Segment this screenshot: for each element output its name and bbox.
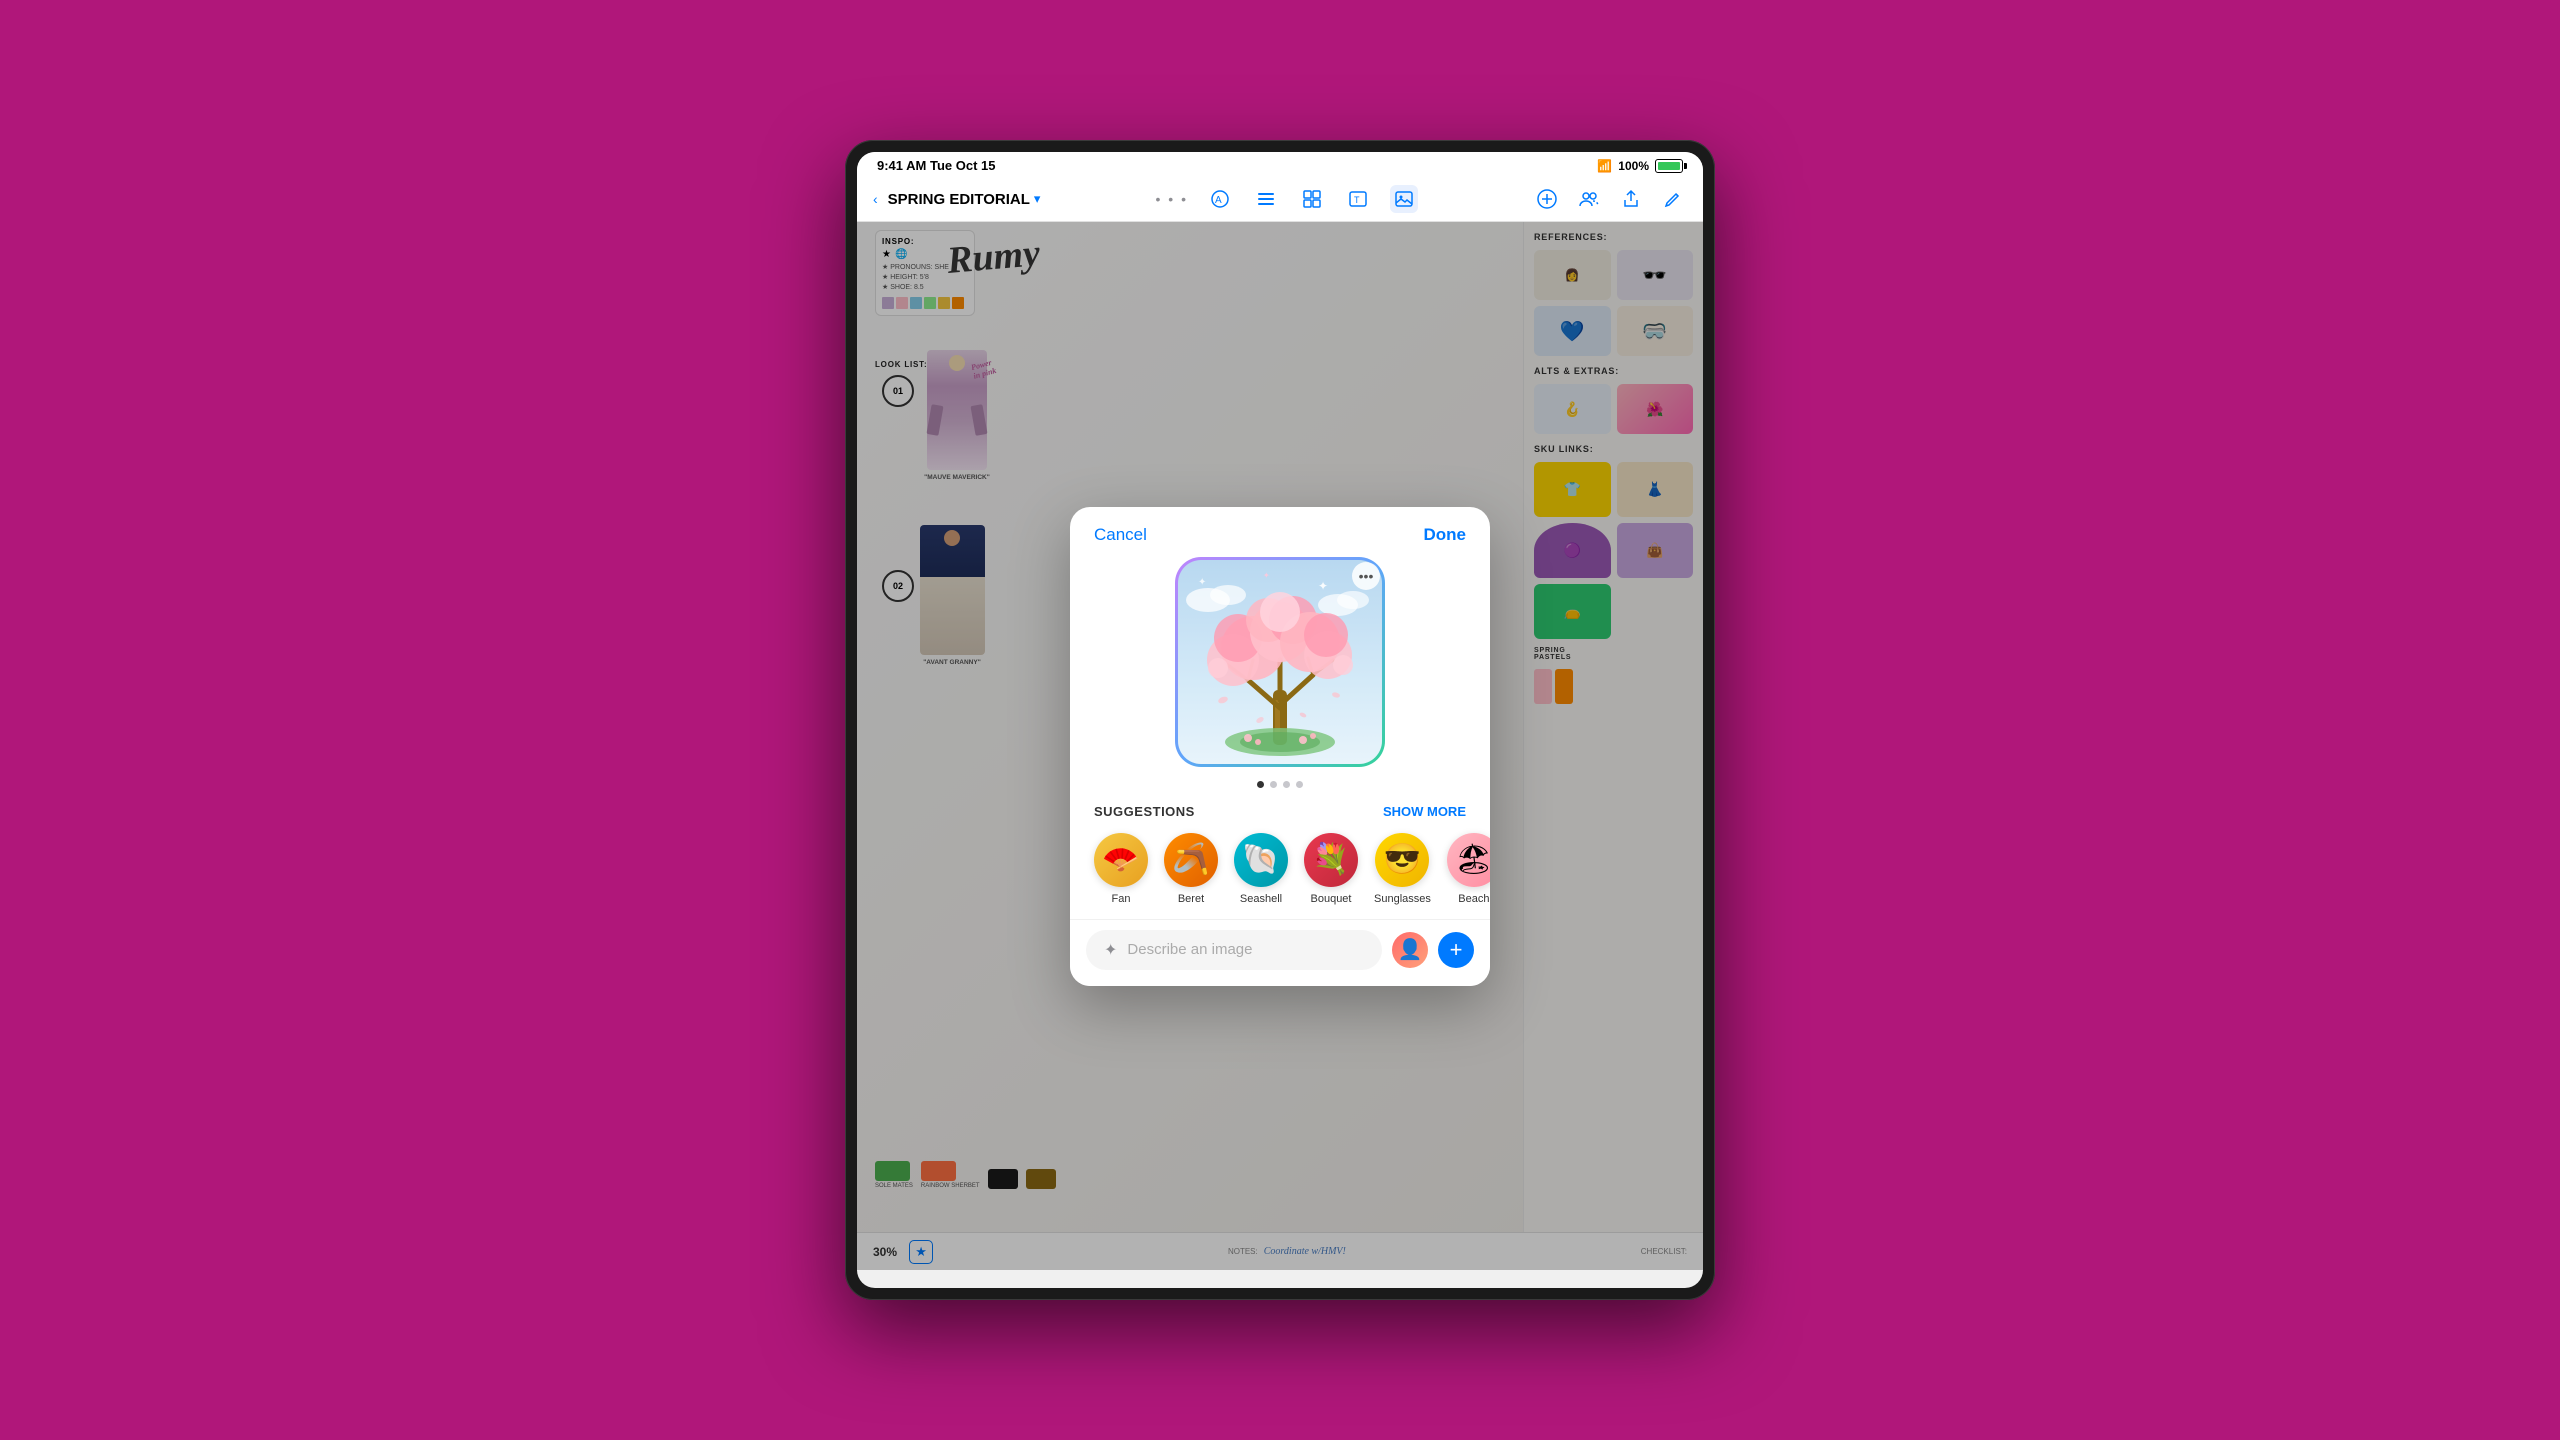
suggestion-fan[interactable]: 🪭 Fan bbox=[1094, 833, 1148, 905]
edit-button[interactable] bbox=[1659, 185, 1687, 213]
battery-icon bbox=[1655, 159, 1683, 173]
bouquet-emoji: 💐 bbox=[1304, 833, 1358, 887]
center-dots: • • • bbox=[1155, 191, 1187, 207]
back-button[interactable]: ‹ bbox=[873, 191, 878, 207]
modal-overlay: Cancel Done bbox=[857, 222, 1703, 1270]
tool-text-icon[interactable]: T bbox=[1344, 185, 1372, 213]
input-placeholder: Describe an image bbox=[1127, 941, 1252, 958]
svg-text:A: A bbox=[1215, 195, 1222, 206]
suggestion-sunglasses[interactable]: 😎 Sunglasses bbox=[1374, 833, 1431, 905]
tool-grid-icon[interactable] bbox=[1298, 185, 1326, 213]
modal-header: Cancel Done bbox=[1070, 507, 1490, 557]
user-avatar-button[interactable]: 👤 bbox=[1392, 932, 1428, 968]
toolbar-center: • • • A T bbox=[1155, 185, 1417, 213]
dot-3[interactable] bbox=[1283, 781, 1290, 788]
svg-text:✦: ✦ bbox=[1318, 579, 1328, 593]
done-button[interactable]: Done bbox=[1424, 525, 1467, 545]
suggestion-bouquet[interactable]: 💐 Bouquet bbox=[1304, 833, 1358, 905]
dot-2[interactable] bbox=[1270, 781, 1277, 788]
app-toolbar: ‹ SPRING EDITORIAL ▾ • • • A T bbox=[857, 177, 1703, 222]
sunglasses-label: Sunglasses bbox=[1374, 893, 1431, 905]
seashell-emoji: 🐚 bbox=[1234, 833, 1288, 887]
suggestions-title: SUGGESTIONS bbox=[1094, 804, 1195, 819]
beach-emoji: 🏖 bbox=[1447, 833, 1490, 887]
dot-1[interactable] bbox=[1257, 781, 1264, 788]
document-title: SPRING EDITORIAL ▾ bbox=[888, 191, 1041, 208]
toolbar-right bbox=[1533, 185, 1687, 213]
battery-label: 100% bbox=[1618, 159, 1649, 173]
tool-image-icon[interactable] bbox=[1390, 185, 1418, 213]
suggestion-seashell[interactable]: 🐚 Seashell bbox=[1234, 833, 1288, 905]
add-element-button[interactable] bbox=[1533, 185, 1561, 213]
bouquet-label: Bouquet bbox=[1311, 893, 1352, 905]
suggestions-header: SUGGESTIONS SHOW MORE bbox=[1094, 804, 1466, 819]
seashell-label: Seashell bbox=[1240, 893, 1282, 905]
image-generation-modal: Cancel Done bbox=[1070, 507, 1490, 986]
fan-label: Fan bbox=[1112, 893, 1131, 905]
carousel-container: ✦ ✦ ✦ bbox=[1175, 557, 1385, 767]
input-area: ✦ Describe an image 👤 + bbox=[1070, 919, 1490, 986]
ai-sparkle-icon: ✦ bbox=[1104, 940, 1117, 960]
fan-emoji: 🪭 bbox=[1094, 833, 1148, 887]
more-options-button[interactable]: ••• bbox=[1352, 562, 1380, 590]
beach-label: Beach bbox=[1458, 893, 1489, 905]
suggestion-beret[interactable]: 🪃 Beret bbox=[1164, 833, 1218, 905]
share-button[interactable] bbox=[1617, 185, 1645, 213]
cherry-blossom-svg: ✦ ✦ ✦ bbox=[1178, 560, 1382, 764]
carousel-image: ✦ ✦ ✦ bbox=[1178, 560, 1382, 764]
svg-text:✦: ✦ bbox=[1263, 571, 1270, 580]
cancel-button[interactable]: Cancel bbox=[1094, 525, 1147, 545]
svg-text:✦: ✦ bbox=[1198, 577, 1206, 588]
device-screen: 9:41 AM Tue Oct 15 📶 100% ‹ SPRING EDITO… bbox=[857, 152, 1703, 1288]
image-description-input[interactable]: ✦ Describe an image bbox=[1086, 930, 1382, 970]
main-content: INSPO: ★ 🌐 ★ PRONOUNS: SHE★ HEIGHT: 5'8★… bbox=[857, 222, 1703, 1270]
svg-text:T: T bbox=[1354, 195, 1360, 205]
avatar-icon: 👤 bbox=[1398, 937, 1423, 962]
ellipsis-icon: ••• bbox=[1359, 568, 1374, 584]
carousel-dots bbox=[1070, 767, 1490, 798]
toolbar-left: ‹ SPRING EDITORIAL ▾ bbox=[873, 191, 1040, 208]
add-image-button[interactable]: + bbox=[1438, 932, 1474, 968]
plus-icon: + bbox=[1450, 937, 1463, 963]
suggestion-beach[interactable]: 🏖 Beach bbox=[1447, 833, 1490, 905]
show-more-button[interactable]: SHOW MORE bbox=[1383, 804, 1466, 819]
status-time: 9:41 AM Tue Oct 15 bbox=[877, 158, 995, 173]
tool-list-icon[interactable] bbox=[1252, 185, 1280, 213]
device-frame: 9:41 AM Tue Oct 15 📶 100% ‹ SPRING EDITO… bbox=[845, 140, 1715, 1300]
beret-label: Beret bbox=[1178, 893, 1204, 905]
status-bar: 9:41 AM Tue Oct 15 📶 100% bbox=[857, 152, 1703, 177]
collaborate-button[interactable] bbox=[1575, 185, 1603, 213]
dot-4[interactable] bbox=[1296, 781, 1303, 788]
suggestions-grid: 🪭 Fan 🪃 Beret 🐚 Seashell bbox=[1094, 833, 1466, 905]
tool-pen-icon[interactable]: A bbox=[1206, 185, 1234, 213]
sunglasses-emoji: 😎 bbox=[1375, 833, 1429, 887]
beret-emoji: 🪃 bbox=[1164, 833, 1218, 887]
image-carousel: ✦ ✦ ✦ bbox=[1070, 557, 1490, 767]
status-right: 📶 100% bbox=[1597, 159, 1683, 173]
carousel-image-wrapper: ✦ ✦ ✦ bbox=[1175, 557, 1385, 767]
suggestions-section: SUGGESTIONS SHOW MORE 🪭 Fan 🪃 Beret bbox=[1070, 798, 1490, 919]
wifi-icon: 📶 bbox=[1597, 159, 1612, 173]
